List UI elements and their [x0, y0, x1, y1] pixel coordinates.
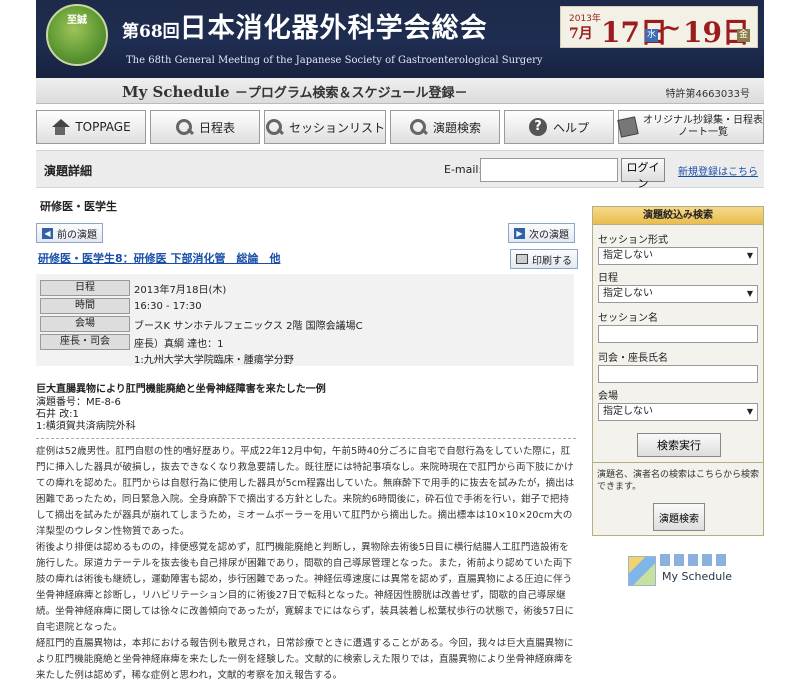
session-name-input[interactable] — [598, 325, 758, 343]
help-icon: ? — [529, 118, 547, 136]
note-icon — [617, 116, 639, 138]
title-search-button[interactable]: 演題検索 — [653, 503, 705, 531]
search-icon — [409, 118, 427, 136]
abstract-paragraph: 経肛門的直腸異物は，本邦における報告例も散見され，日常診療でときに遭遇することが… — [36, 638, 574, 681]
email-label: E-mail: — [444, 163, 483, 176]
title-search-note: 演題名、演者名の検索はこちらから検索できます。 — [597, 470, 760, 492]
session-info: 日程 2013年7月18日(木) 時間 16:30 - 17:30 会場 ブースK サ… — [36, 274, 574, 366]
chair-affiliation: 1:九州大学大学院臨床・腫瘍学分野 — [134, 355, 294, 366]
nav-schedule[interactable]: 日程表 — [150, 110, 260, 144]
next-abstract-button[interactable]: ▶ 次の演題 — [508, 223, 575, 243]
page-title: 演題詳細 — [44, 164, 93, 178]
abstract-paragraph: 症例は52歳男性。肛門自慰の性的嗜好歴あり。平成22年12月中旬，午前5時40分… — [36, 446, 575, 537]
printer-icon — [516, 254, 528, 264]
nav-toppage[interactable]: TOPPAGE — [36, 110, 146, 144]
schedule-dots-icon — [660, 554, 728, 566]
chair-name-label: 司会・座長氏名 — [598, 353, 668, 364]
print-button[interactable]: 印刷する — [510, 249, 578, 269]
info-row-chair: 座長・司会 座長）真綱 達也：1 — [40, 334, 224, 350]
society-logo: 至誠 — [46, 4, 108, 66]
title-search-panel: 演題名、演者名の検索はこちらから検索できます。 演題検索 — [592, 462, 764, 536]
filter-search-panel: 演題絞込み検索 セッション形式 指定しない 日程 指定しない セッション名 司会… — [592, 206, 764, 494]
nav-help[interactable]: ? ヘルプ — [504, 110, 615, 144]
nav-original-notes[interactable]: オリジナル抄録集・日程表 ノート一覧 — [617, 110, 765, 144]
search-execute-button[interactable]: 検索実行 — [637, 433, 721, 457]
date-label: 日程 — [598, 273, 618, 284]
prev-abstract-button[interactable]: ◀ 前の演題 — [36, 223, 103, 243]
info-row-venue: 会場 ブースK サンホテルフェニックス 2階 国際会議場C — [40, 316, 363, 332]
arrow-right-icon: ▶ — [514, 227, 525, 239]
patent-number: 特許第4663033号 — [665, 89, 750, 100]
date-select[interactable]: 指定しない — [598, 285, 758, 303]
nav-session-list[interactable]: セッションリスト — [264, 110, 387, 144]
conference-title: 第68回日本消化器外科学会総会 — [122, 13, 488, 44]
filter-search-title: 演題絞込み検索 — [593, 207, 763, 225]
detail-header: 演題詳細 E-mail: ログイン 新規登録はこちら — [36, 150, 764, 190]
venue-select[interactable]: 指定しない — [598, 403, 758, 421]
abstract-body: 症例は52歳男性。肛門自慰の性的嗜好歴あり。平成22年12月中旬，午前5時40分… — [36, 444, 576, 684]
date-box: 2013年 7月 17日 水 ~ 19日 金 — [560, 6, 758, 49]
chair-name-input[interactable] — [598, 365, 758, 383]
session-type-label: セッション形式 — [598, 235, 668, 246]
header-banner: 至誠 第68回日本消化器外科学会総会 The 68th General Meet… — [36, 0, 764, 78]
abstract-paragraph: 術後より排便は認めるものの，排便感覚を認めず，肛門機能廃絶と判断し，異物除去術後… — [36, 542, 575, 633]
myschedule-title: My Schedule －プログラム検索＆スケジュール登録－ — [122, 83, 468, 101]
search-icon — [265, 118, 283, 136]
session-link[interactable]: 研修医・医学生8：研修医 下部消化管 総論 他 — [38, 250, 280, 266]
venue-label: 会場 — [598, 391, 618, 402]
calendar-icon — [628, 556, 656, 586]
abstract-affiliation: 1:横須賀共済病院外科 — [36, 421, 136, 432]
session-type-select[interactable]: 指定しない — [598, 247, 758, 265]
myschedule-strip: My Schedule －プログラム検索＆スケジュール登録－ 特許第466303… — [36, 78, 764, 104]
search-icon — [175, 118, 193, 136]
category-heading: 研修医・医学生 — [40, 200, 117, 213]
main-nav: TOPPAGE 日程表 セッションリスト 演題検索 ? ヘルプ オリジナル抄録集・… — [36, 110, 765, 144]
myschedule-button[interactable]: My Schedule — [626, 552, 738, 588]
nav-title-search[interactable]: 演題検索 — [390, 110, 501, 144]
home-icon — [51, 118, 71, 136]
arrow-left-icon: ◀ — [42, 227, 53, 239]
info-row-time: 時間 16:30 - 17:30 — [40, 298, 202, 314]
session-name-label: セッション名 — [598, 313, 658, 324]
login-button[interactable]: ログイン — [621, 158, 665, 190]
new-register-link[interactable]: 新規登録はこちら — [678, 163, 758, 178]
divider — [36, 438, 576, 439]
conference-subtitle: The 68th General Meeting of the Japanese… — [126, 55, 543, 66]
info-row-date: 日程 2013年7月18日(木) — [40, 280, 226, 296]
email-field[interactable] — [480, 158, 618, 182]
